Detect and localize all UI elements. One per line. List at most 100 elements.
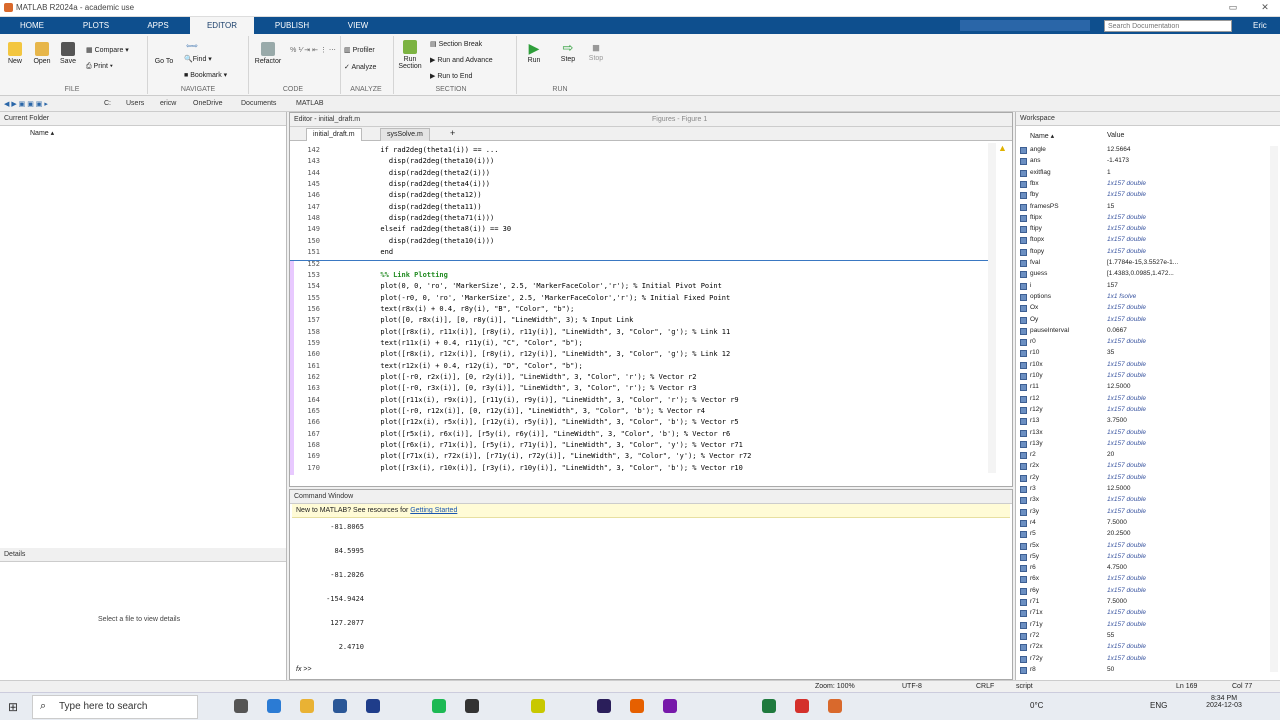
- variable-name[interactable]: Ox: [1030, 304, 1038, 311]
- variable-name[interactable]: fbx: [1030, 180, 1039, 187]
- code-line[interactable]: plot([-r0, r2x(i)], [0, r2y(i)], "LineWi…: [372, 373, 696, 381]
- variable-name[interactable]: r8: [1030, 666, 1036, 673]
- variable-name[interactable]: ftipy: [1030, 225, 1042, 232]
- variable-name[interactable]: fby: [1030, 191, 1039, 198]
- code-line[interactable]: plot([r5x(i), r6x(i)], [r5y(i), r6y(i)],…: [372, 430, 730, 438]
- premiere-icon[interactable]: [597, 699, 611, 713]
- code-line[interactable]: elseif rad2deg(theta8(i)) == 30: [372, 225, 511, 233]
- windows-start-icon[interactable]: ⊞: [8, 700, 22, 714]
- variable-name[interactable]: r6: [1030, 564, 1036, 571]
- code-line[interactable]: end: [372, 248, 393, 256]
- edge-icon[interactable]: [267, 699, 281, 713]
- breadcrumb-onedrive[interactable]: OneDrive: [193, 100, 223, 107]
- breadcrumb-users[interactable]: Users: [126, 100, 144, 107]
- workspace-value-header[interactable]: Value: [1107, 132, 1124, 139]
- tab-publish[interactable]: PUBLISH: [260, 17, 324, 34]
- command-window[interactable]: Command Window New to MATLAB? See resour…: [289, 489, 1013, 680]
- app-icon[interactable]: [531, 699, 545, 713]
- variable-name[interactable]: pauseInterval: [1030, 327, 1069, 334]
- breadcrumb-matlab[interactable]: MATLAB: [296, 100, 324, 107]
- step-button[interactable]: ⇨ Step: [556, 40, 580, 63]
- variable-name[interactable]: r13: [1030, 417, 1039, 424]
- code-line[interactable]: plot([r8x(i), r12x(i)], [r8y(i), r12y(i)…: [372, 350, 730, 358]
- variable-name[interactable]: r72y: [1030, 655, 1043, 662]
- code-line[interactable]: disp(rad2deg(theta11)): [372, 203, 482, 211]
- onenote-icon[interactable]: [663, 699, 677, 713]
- code-line[interactable]: plot([-r0, r3x(i)], [0, r3y(i)], "LineWi…: [372, 384, 696, 392]
- code-line[interactable]: disp(rad2deg(theta2(i))): [372, 169, 490, 177]
- user-name[interactable]: Eric: [1253, 21, 1267, 30]
- breadcrumb-user[interactable]: ericw: [160, 100, 176, 107]
- variable-name[interactable]: Oy: [1030, 316, 1038, 323]
- back-forward-icon[interactable]: ⇦⇨: [182, 42, 202, 50]
- variable-name[interactable]: r0: [1030, 338, 1036, 345]
- code-line[interactable]: disp(rad2deg(theta10(i))): [372, 237, 494, 245]
- language-indicator[interactable]: ENG: [1150, 701, 1167, 710]
- variable-name[interactable]: r12y: [1030, 406, 1043, 413]
- variable-name[interactable]: r72x: [1030, 643, 1043, 650]
- tab-editor[interactable]: EDITOR: [190, 17, 254, 34]
- clock[interactable]: 8:34 PM 2024-12-03: [1206, 695, 1242, 709]
- new-tab-icon[interactable]: +: [450, 128, 455, 138]
- variable-name[interactable]: r2: [1030, 451, 1036, 458]
- variable-name[interactable]: r10: [1030, 349, 1039, 356]
- code-area[interactable]: 142 if rad2deg(theta1(i)) == ... 143 disp…: [290, 143, 990, 475]
- breadcrumb-drive[interactable]: C:: [104, 100, 111, 107]
- code-line[interactable]: text(r12x(i) + 0.4, r12y(i), "D", "Color…: [372, 362, 582, 370]
- variable-name[interactable]: r11: [1030, 383, 1039, 390]
- command-prompt[interactable]: fx >>: [296, 666, 312, 673]
- variable-name[interactable]: r71y: [1030, 621, 1043, 628]
- open-button[interactable]: Open: [30, 42, 54, 65]
- code-scrollbar[interactable]: [988, 143, 996, 473]
- code-line[interactable]: plot([r3x(i), r10x(i)], [r3y(i), r10y(i)…: [372, 464, 742, 472]
- variable-name[interactable]: r3y: [1030, 508, 1039, 515]
- variable-name[interactable]: r10y: [1030, 372, 1043, 379]
- variable-name[interactable]: ans: [1030, 157, 1040, 164]
- code-line[interactable]: disp(rad2deg(theta10(i))): [372, 157, 494, 165]
- nav-arrows-icon[interactable]: ◀ ▶ ▣ ▣ ▣ ▸: [4, 100, 48, 108]
- analyze-button[interactable]: ✓ Analyze: [344, 63, 388, 71]
- profiler-button[interactable]: ▥ Profiler: [344, 46, 388, 54]
- new-button[interactable]: New: [4, 42, 26, 65]
- variable-name[interactable]: ftopy: [1030, 248, 1044, 255]
- code-line[interactable]: plot(0, 0, 'ro', 'MarkerSize', 2.5, 'Mar…: [372, 282, 721, 290]
- variable-name[interactable]: r13y: [1030, 440, 1043, 447]
- excel-icon[interactable]: [762, 699, 776, 713]
- variable-name[interactable]: r4: [1030, 519, 1036, 526]
- workspace-scrollbar[interactable]: [1270, 146, 1278, 672]
- variable-name[interactable]: r10x: [1030, 361, 1043, 368]
- variable-name[interactable]: ftipx: [1030, 214, 1042, 221]
- variable-name[interactable]: r3: [1030, 485, 1036, 492]
- store-icon[interactable]: [333, 699, 347, 713]
- variable-name[interactable]: guess: [1030, 270, 1047, 277]
- task-view-icon[interactable]: [234, 699, 248, 713]
- firefox-icon[interactable]: [630, 699, 644, 713]
- code-line[interactable]: text(r11x(i) + 0.4, r11y(i), "C", "Color…: [372, 339, 582, 347]
- variable-name[interactable]: r6y: [1030, 587, 1039, 594]
- run-section-button[interactable]: Run Section: [396, 40, 424, 70]
- code-format-icons[interactable]: % ⅟ ⇥ ⇤ ⋮ ⋯: [290, 46, 336, 54]
- app-icon[interactable]: [366, 699, 380, 713]
- variable-name[interactable]: options: [1030, 293, 1051, 300]
- breadcrumb-documents[interactable]: Documents: [241, 100, 276, 107]
- close-icon[interactable]: ✕: [1258, 2, 1272, 14]
- quick-access-toolbar[interactable]: [960, 20, 1090, 31]
- refactor-button[interactable]: Refactor: [252, 42, 284, 65]
- bookmark-button[interactable]: ■ Bookmark ▾: [184, 71, 244, 79]
- save-button[interactable]: Save: [57, 42, 79, 65]
- notion-icon[interactable]: [465, 699, 479, 713]
- code-line[interactable]: plot([r6x(i), r71x(i)], [r5y(i), r71y(i)…: [372, 441, 742, 449]
- run-to-end-button[interactable]: ▶ Run to End: [430, 72, 496, 80]
- code-line[interactable]: disp(rad2deg(theta12)): [372, 191, 482, 199]
- code-line[interactable]: plot([r71x(i), r72x(i)], [r71y(i), r72y(…: [372, 452, 751, 460]
- acrobat-icon[interactable]: [795, 699, 809, 713]
- file-explorer-icon[interactable]: [300, 699, 314, 713]
- variable-name[interactable]: r12: [1030, 395, 1039, 402]
- tab-home[interactable]: HOME: [0, 17, 64, 34]
- getting-started-link[interactable]: Getting Started: [410, 507, 457, 514]
- find-button[interactable]: 🔍Find ▾: [184, 55, 228, 63]
- search-icon[interactable]: ⌕: [1226, 21, 1230, 31]
- variable-name[interactable]: r5y: [1030, 553, 1039, 560]
- variable-name[interactable]: r13x: [1030, 429, 1043, 436]
- variable-name[interactable]: angle: [1030, 146, 1046, 153]
